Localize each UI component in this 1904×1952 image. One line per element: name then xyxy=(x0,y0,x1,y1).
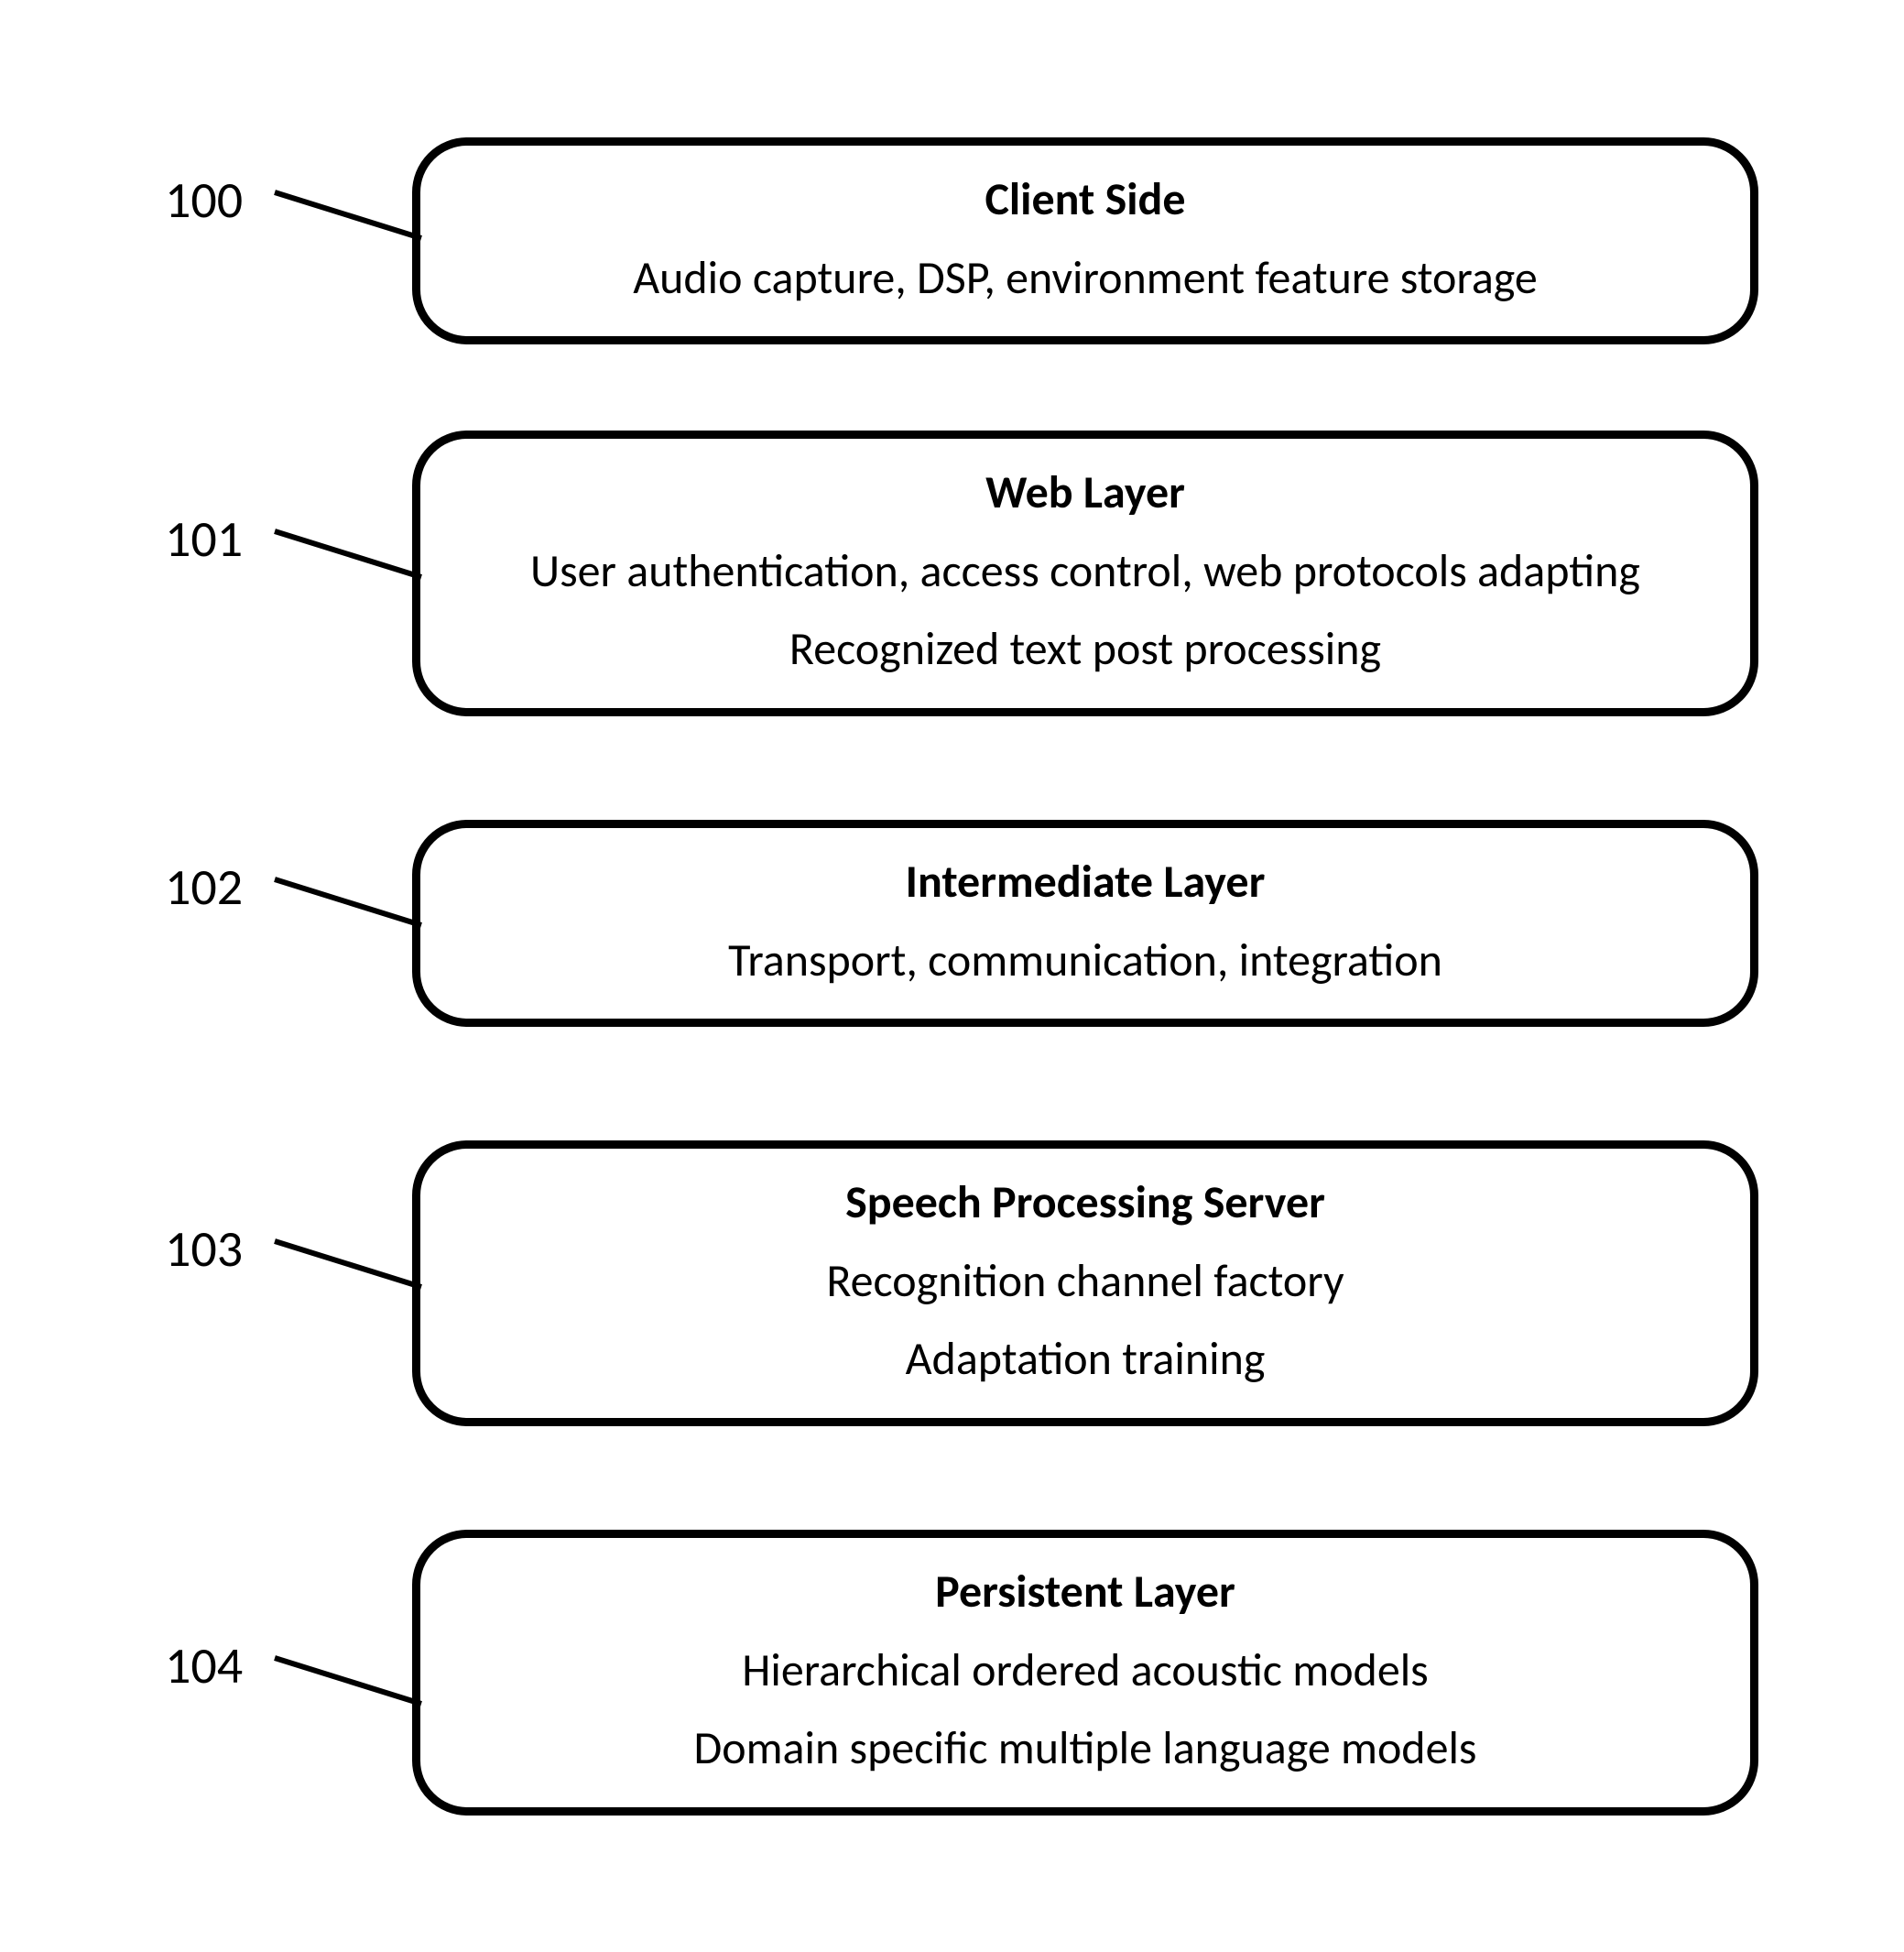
layer-title: Client Side xyxy=(457,173,1714,226)
layer-line: Audio capture, DSP, environment feature … xyxy=(457,252,1714,305)
layer-title: Web Layer xyxy=(457,466,1714,519)
layer-line: Adaptation training xyxy=(457,1333,1714,1386)
layer-title: Intermediate Layer xyxy=(457,856,1714,909)
layer-line: Recognized text post processing xyxy=(457,623,1714,676)
lead-line-103 xyxy=(275,1241,430,1314)
lead-line-101 xyxy=(275,531,430,605)
layer-line: User authentication, access control, web… xyxy=(457,545,1714,598)
lead-line-100 xyxy=(275,192,430,266)
lead-line-104 xyxy=(275,1658,430,1731)
layer-speech-processing-server: Speech Processing Server Recognition cha… xyxy=(412,1140,1758,1426)
layer-line: Recognition channel factory xyxy=(457,1255,1714,1308)
layer-line: Transport, communication, integration xyxy=(457,934,1714,987)
layer-line: Domain specific multiple language models xyxy=(457,1722,1714,1775)
layer-line: Hierarchical ordered acoustic models xyxy=(457,1644,1714,1697)
lead-line-102 xyxy=(275,879,430,953)
layer-title: Speech Processing Server xyxy=(457,1176,1714,1229)
layer-client-side: Client Side Audio capture, DSP, environm… xyxy=(412,137,1758,344)
diagram-canvas: Client Side Audio capture, DSP, environm… xyxy=(0,0,1904,1952)
layer-title: Persistent Layer xyxy=(457,1565,1714,1619)
layer-intermediate-layer: Intermediate Layer Transport, communicat… xyxy=(412,820,1758,1027)
layer-persistent-layer: Persistent Layer Hierarchical ordered ac… xyxy=(412,1530,1758,1816)
layer-web-layer: Web Layer User authentication, access co… xyxy=(412,431,1758,716)
